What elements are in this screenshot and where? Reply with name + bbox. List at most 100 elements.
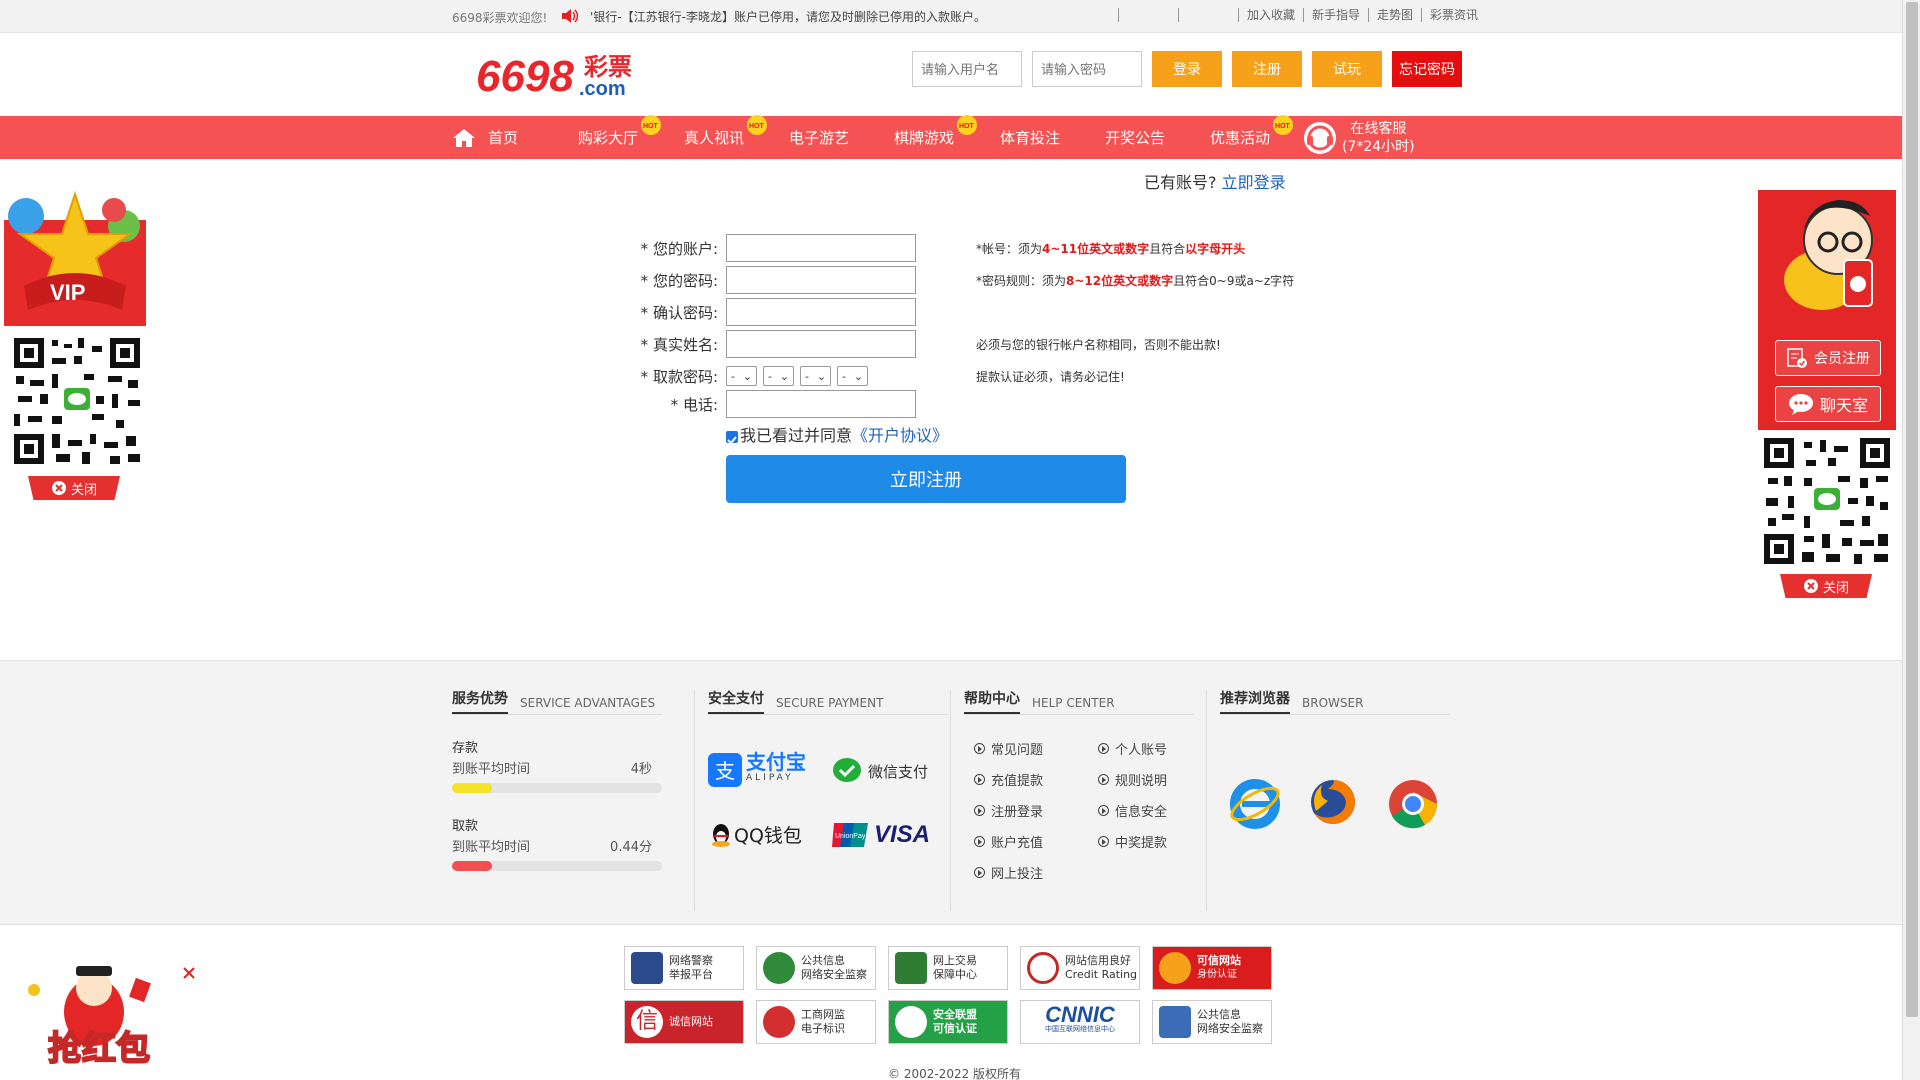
shield-icon bbox=[1159, 1006, 1191, 1038]
username-input[interactable] bbox=[912, 51, 1022, 87]
cert-badge[interactable]: CNNIC 中国互联网络信息中心 bbox=[1020, 1000, 1140, 1044]
ie-browser-icon[interactable] bbox=[1228, 777, 1282, 831]
secure-payment: 安全支付 SECURE PAYMENT 支 支付宝 ALIPAY 微信支付 QQ钱包… bbox=[708, 689, 948, 848]
agree-checkbox[interactable] bbox=[726, 431, 738, 445]
close-label: 关闭 bbox=[70, 482, 97, 498]
top-link-news[interactable]: 彩票资讯 bbox=[1421, 8, 1486, 22]
register-submit-button[interactable]: 立即注册 bbox=[726, 455, 1126, 503]
chat-room-button[interactable]: 聊天室 bbox=[1775, 386, 1881, 422]
form-row-phone: * 电话: bbox=[600, 390, 916, 418]
cert-badge[interactable]: 安全联盟 可信认证 bbox=[888, 1000, 1008, 1044]
qq-penguin-icon bbox=[712, 823, 730, 847]
god-of-wealth-icon: 抢红包 bbox=[28, 966, 151, 1070]
welcome-text: 6698彩票欢迎您! bbox=[452, 11, 548, 25]
cert-badge[interactable]: 公共信息 网络安全监察 bbox=[1152, 1000, 1272, 1044]
help-link-rules[interactable]: 规则说明 bbox=[1098, 770, 1167, 789]
cert-badge[interactable]: 工商网监 电子标识 bbox=[756, 1000, 876, 1044]
help-link-deposit-withdraw[interactable]: 充值提款 bbox=[974, 770, 1043, 789]
online-service[interactable]: 在线客服 (7*24小时) bbox=[1302, 116, 1415, 159]
vip-badge[interactable]: VIP bbox=[4, 190, 146, 326]
nav-sports[interactable]: 体育投注 bbox=[1000, 116, 1060, 159]
help-link-recharge[interactable]: 账户充值 bbox=[974, 832, 1043, 851]
service-advantages: 服务优势 SERVICE ADVANTAGES 存款 到账平均时间 4秒 取款 到账… bbox=[452, 689, 662, 871]
nav-card-games[interactable]: 棋牌游戏 HOT bbox=[894, 115, 977, 159]
cert-badge[interactable]: 公共信息 网络安全监察 bbox=[756, 946, 876, 990]
withdraw-password-label: * 取款密码: bbox=[640, 367, 718, 386]
site-logo[interactable]: 6698 彩票 .com bbox=[476, 48, 646, 103]
withdraw-digit-select-3[interactable]: - ⌄ bbox=[800, 366, 831, 386]
member-register-button[interactable]: 会员注册 bbox=[1775, 340, 1881, 376]
cert-badge[interactable]: 网络警察 举报平台 bbox=[624, 946, 744, 990]
nav-promotions[interactable]: 优惠活动 HOT bbox=[1210, 115, 1293, 159]
credit-icon bbox=[1027, 952, 1059, 984]
help-link-betting[interactable]: 网上投注 bbox=[974, 863, 1043, 882]
login-now-link[interactable]: 立即登录 bbox=[1222, 173, 1286, 192]
copyright: © 2002-2022 版权所有 bbox=[888, 1067, 1022, 1080]
alipay-icon: 支 bbox=[708, 753, 742, 787]
svg-text:抢红包: 抢红包 bbox=[48, 1029, 150, 1069]
trial-button[interactable]: 试玩 bbox=[1312, 51, 1382, 87]
cert-badge[interactable]: 网上交易 保障中心 bbox=[888, 946, 1008, 990]
help-link-faq[interactable]: 常见问题 bbox=[974, 739, 1043, 758]
password-input[interactable] bbox=[1032, 51, 1142, 87]
top-link-favorite[interactable]: 加入收藏 bbox=[1238, 8, 1303, 22]
withdraw-tip: 提款认证必须，请务必记住! bbox=[976, 370, 1125, 384]
browser-title: 推荐浏览器 bbox=[1220, 688, 1290, 714]
notice-marquee[interactable]: '银行-【江苏银行-李晓龙】账户已停用，请您及时删除已停用的入款账户。 bbox=[590, 8, 986, 25]
top-link-guide[interactable]: 新手指导 bbox=[1303, 8, 1368, 22]
wechat-pay-logo: 微信支付 bbox=[832, 757, 928, 785]
withdraw-digit-select-4[interactable]: - ⌄ bbox=[837, 366, 868, 386]
scrollbar-thumb[interactable] bbox=[1906, 2, 1918, 1017]
help-link-account[interactable]: 个人账号 bbox=[1098, 739, 1167, 758]
hot-badge-icon: HOT bbox=[1273, 115, 1293, 135]
chrome-browser-icon[interactable] bbox=[1386, 777, 1440, 831]
register-form-icon bbox=[1787, 348, 1807, 368]
confirm-password-field[interactable] bbox=[726, 298, 916, 326]
agreement-link[interactable]: 《开户协议》 bbox=[852, 422, 948, 446]
top-bar: 6698彩票欢迎您! '银行-【江苏银行-李晓龙】账户已停用，请您及时删除已停用… bbox=[0, 0, 1902, 33]
help-link-security[interactable]: 信息安全 bbox=[1098, 801, 1167, 820]
realname-input[interactable] bbox=[726, 330, 916, 358]
deposit-row: 到账平均时间 4秒 bbox=[452, 758, 652, 777]
nav-draw-results[interactable]: 开奖公告 bbox=[1105, 116, 1165, 159]
login-button[interactable]: 登录 bbox=[1152, 51, 1222, 87]
nav-live-video[interactable]: 真人视讯 HOT bbox=[684, 115, 767, 159]
account-input[interactable] bbox=[726, 234, 916, 262]
alipay-logo: 支 支付宝 ALIPAY bbox=[708, 752, 806, 787]
help-link-register-login[interactable]: 注册登录 bbox=[974, 801, 1043, 820]
left-close-button[interactable]: 关闭 bbox=[28, 476, 120, 500]
nav-label: 体育投注 bbox=[1000, 129, 1061, 147]
nav-home[interactable]: 首页 bbox=[452, 116, 518, 159]
register-button[interactable]: 注册 bbox=[1232, 51, 1302, 87]
firefox-browser-icon[interactable] bbox=[1306, 775, 1360, 829]
withdraw-value: 0.44分 bbox=[610, 840, 652, 855]
svg-text:支: 支 bbox=[715, 759, 735, 783]
top-link-trend[interactable]: 走势图 bbox=[1368, 8, 1421, 22]
headset-icon bbox=[1304, 121, 1336, 154]
login-hint-text: 已有账号? bbox=[1144, 173, 1217, 192]
nav-lottery-hall[interactable]: 购彩大厅 HOT bbox=[578, 115, 661, 159]
unionpay-icon: UnionPay bbox=[832, 823, 868, 847]
cert-badge[interactable]: 可信网站 身份认证 bbox=[1152, 946, 1272, 990]
form-row-password: * 您的密码: bbox=[600, 266, 916, 294]
withdraw-digit-select-2[interactable]: - ⌄ bbox=[763, 366, 794, 386]
help-center: 帮助中心 HELP CENTER 常见问题 充值提款 注册登录 账户充值 网上投注… bbox=[964, 689, 1194, 882]
page-scrollbar[interactable] bbox=[1902, 0, 1920, 1080]
help-link-prize-withdraw[interactable]: 中奖提款 bbox=[1098, 832, 1167, 851]
shield-icon bbox=[895, 1006, 927, 1038]
cnnic-logo: CNNIC bbox=[1045, 1002, 1115, 1027]
password-tip: *密码规则：须为8~12位英文或数字且符合0~9或a~z字符 bbox=[976, 274, 1295, 288]
withdraw-digit-select-1[interactable]: - ⌄ bbox=[726, 366, 757, 386]
payment-subtitle: SECURE PAYMENT bbox=[776, 696, 884, 710]
right-close-button[interactable]: 关闭 bbox=[1780, 574, 1872, 598]
close-icon bbox=[1803, 579, 1818, 593]
close-icon[interactable] bbox=[182, 966, 196, 980]
cert-badge[interactable]: 网站信用良好 Credit Rating bbox=[1020, 946, 1140, 990]
nav-electronic-games[interactable]: 电子游艺 bbox=[789, 116, 849, 159]
phone-input[interactable] bbox=[726, 390, 916, 418]
red-packet-widget[interactable]: 抢红包 bbox=[4, 960, 174, 1070]
top-link-spacer bbox=[1178, 8, 1238, 22]
forgot-password-button[interactable]: 忘记密码 bbox=[1392, 51, 1462, 87]
password-field[interactable] bbox=[726, 266, 916, 294]
cert-badge[interactable]: 信诚信网站 bbox=[624, 1000, 744, 1044]
